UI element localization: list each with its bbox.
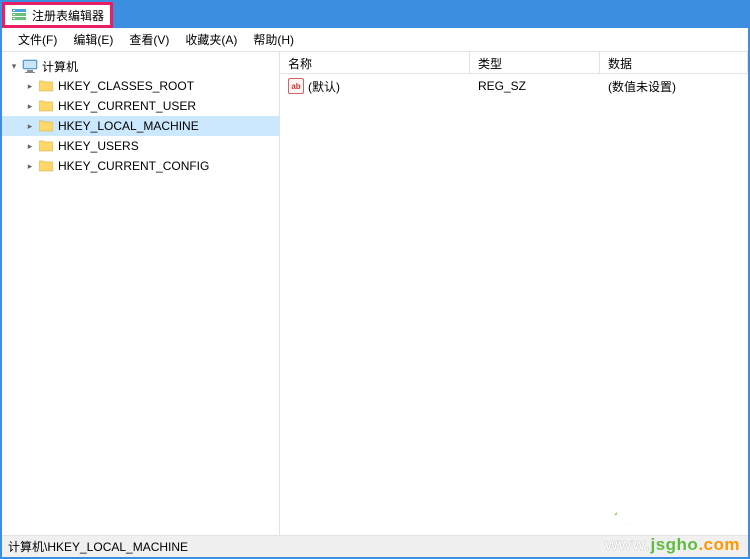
regedit-icon (11, 7, 27, 23)
statusbar: 计算机\HKEY_LOCAL_MACHINE (2, 535, 748, 557)
tree-root-label: 计算机 (42, 58, 78, 75)
value-name: (默认) (308, 78, 340, 95)
value-data: (数值未设置) (600, 78, 748, 95)
folder-icon (38, 118, 54, 134)
menu-favorites[interactable]: 收藏夹(A) (177, 29, 245, 50)
tree-panel[interactable]: ▾ 计算机 ▸ HKEY_CLASSES_ROOT ▸ HKEY_CURRENT_US… (2, 52, 280, 535)
list-body[interactable]: ab(默认) REG_SZ(数值未设置) (280, 74, 748, 535)
list-header: 名称 类型 数据 (280, 52, 748, 74)
window-title: 注册表编辑器 (32, 7, 104, 24)
folder-icon (38, 158, 54, 174)
tree-node-label: HKEY_CLASSES_ROOT (58, 79, 194, 93)
titlebar[interactable]: 注册表编辑器 (2, 2, 748, 28)
chevron-right-icon[interactable]: ▸ (24, 120, 36, 132)
computer-icon (22, 58, 38, 74)
string-value-icon: ab (288, 78, 304, 94)
statusbar-path: 计算机\HKEY_LOCAL_MACHINE (8, 538, 188, 555)
menu-help[interactable]: 帮助(H) (245, 29, 302, 50)
chevron-right-icon[interactable]: ▸ (24, 80, 36, 92)
tree-root-computer[interactable]: ▾ 计算机 (2, 56, 279, 76)
tree-node-label: HKEY_USERS (58, 139, 139, 153)
chevron-down-icon[interactable]: ▾ (8, 60, 20, 72)
menu-view[interactable]: 查看(V) (121, 29, 177, 50)
menu-file[interactable]: 文件(F) (10, 29, 65, 50)
menu-edit[interactable]: 编辑(E) (65, 29, 121, 50)
chevron-right-icon[interactable]: ▸ (24, 140, 36, 152)
chevron-right-icon[interactable]: ▸ (24, 160, 36, 172)
folder-icon (38, 78, 54, 94)
tree-node-label: HKEY_LOCAL_MACHINE (58, 119, 199, 133)
menubar: 文件(F) 编辑(E) 查看(V) 收藏夹(A) 帮助(H) (2, 28, 748, 52)
list-panel: 名称 类型 数据 ab(默认) REG_SZ(数值未设置) (280, 52, 748, 535)
column-header-type[interactable]: 类型 (470, 52, 600, 73)
tree-node-label: HKEY_CURRENT_USER (58, 99, 196, 113)
column-header-data[interactable]: 数据 (600, 52, 748, 73)
chevron-right-icon[interactable]: ▸ (24, 100, 36, 112)
window-frame: 注册表编辑器 文件(F) 编辑(E) 查看(V) 收藏夹(A) 帮助(H) ▾ … (0, 0, 750, 559)
titlebar-highlight: 注册表编辑器 (2, 2, 113, 28)
tree-node-label: HKEY_CURRENT_CONFIG (58, 159, 209, 173)
content-area: ▾ 计算机 ▸ HKEY_CLASSES_ROOT ▸ HKEY_CURRENT_US… (2, 52, 748, 535)
tree-node-hkey-current-config[interactable]: ▸ HKEY_CURRENT_CONFIG (2, 156, 279, 176)
folder-icon (38, 138, 54, 154)
list-row[interactable]: ab(默认) REG_SZ(数值未设置) (280, 76, 748, 96)
tree-node-hkey-current-user[interactable]: ▸ HKEY_CURRENT_USER (2, 96, 279, 116)
tree-node-hkey-local-machine[interactable]: ▸ HKEY_LOCAL_MACHINE (2, 116, 279, 136)
value-type: REG_SZ (470, 79, 600, 93)
column-header-name[interactable]: 名称 (280, 52, 470, 73)
tree-node-hkey-users[interactable]: ▸ HKEY_USERS (2, 136, 279, 156)
folder-icon (38, 98, 54, 114)
tree-node-hkey-classes-root[interactable]: ▸ HKEY_CLASSES_ROOT (2, 76, 279, 96)
